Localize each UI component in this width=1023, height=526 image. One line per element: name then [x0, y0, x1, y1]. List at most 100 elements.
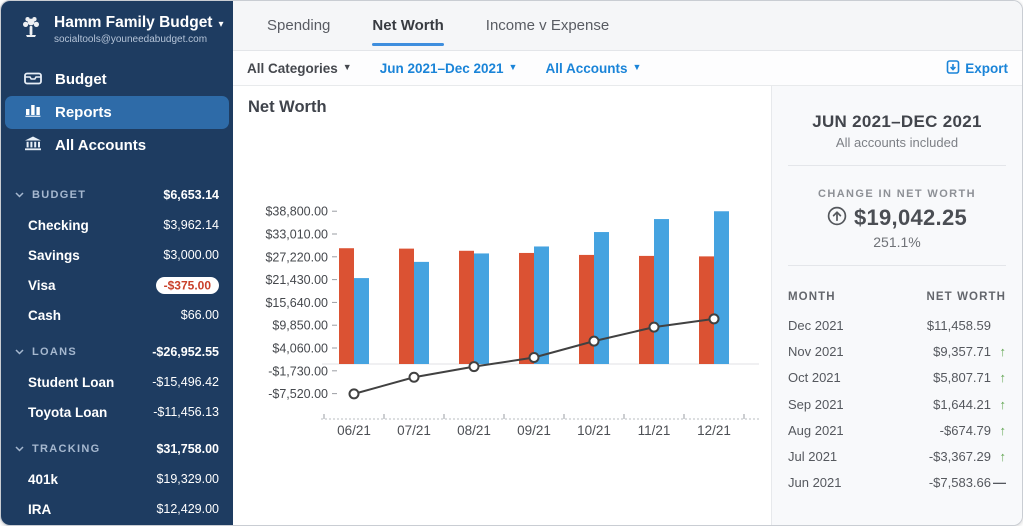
section-total: $31,758.00 — [156, 442, 219, 456]
net-worth-point[interactable] — [528, 352, 540, 364]
negative-balance-pill: -$375.00 — [155, 276, 219, 294]
nav-label: All Accounts — [55, 137, 147, 154]
y-axis-label: $9,850.00 — [272, 319, 328, 333]
summary-subtitle: All accounts included — [835, 135, 959, 150]
debt-bar[interactable] — [519, 252, 534, 364]
export-button[interactable]: Export — [946, 59, 1008, 77]
net-worth-row: Jun 2021 -$7,583.66— — [788, 470, 1006, 496]
nav-label: Reports — [55, 104, 112, 121]
section-header-budget[interactable]: BUDGET $6,653.14 — [1, 180, 233, 210]
sidebar-account-ira[interactable]: IRA $12,429.00 — [1, 494, 233, 524]
app-window: Hamm Family Budget ▾ socialtools@youneeda… — [0, 0, 1023, 526]
up-arrow-icon: ↑ — [999, 370, 1007, 386]
debt-bar[interactable] — [399, 248, 414, 364]
sidebar-section-budget: BUDGET $6,653.14 Checking $3,962.14 Savings $… — [1, 180, 233, 330]
sidebar-account-student-loan[interactable]: Student Loan -$15,496.42 — [1, 367, 233, 397]
account-name: Toyota Loan — [28, 404, 108, 420]
section-label: BUDGET — [32, 189, 87, 201]
flat-dash-icon: — — [993, 475, 1006, 491]
section-header-loans[interactable]: LOANS -$26,952.55 — [1, 337, 233, 367]
net-worth-table: Dec 2021 $11,458.59 Nov 2021 $9,357.71 ↑ Oct … — [788, 312, 1006, 496]
y-axis-label: $33,010.00 — [265, 228, 328, 242]
sidebar-account-visa[interactable]: Visa -$375.00 — [1, 270, 233, 300]
sidebar-item-reports[interactable]: Reports — [5, 96, 229, 129]
asset-bar[interactable] — [534, 246, 549, 364]
debt-bar[interactable] — [699, 256, 714, 364]
asset-bar[interactable] — [654, 219, 669, 364]
section-total: $6,653.14 — [163, 188, 219, 202]
up-arrow-icon: ↑ — [999, 422, 1007, 438]
row-value: $1,644.21 — [933, 396, 991, 412]
tab-net-worth[interactable]: Net Worth — [372, 1, 445, 50]
row-month: Nov 2021 — [788, 343, 844, 359]
debt-bar[interactable] — [339, 248, 354, 364]
debt-bar[interactable] — [579, 254, 594, 364]
section-label: TRACKING — [32, 443, 101, 455]
net-worth-column-header: NET WORTH — [926, 291, 1006, 303]
chevron-down-icon — [15, 349, 24, 355]
categories-filter[interactable]: All Categories ▼ — [247, 61, 352, 76]
summary-panel: JUN 2021–DEC 2021 All accounts included … — [771, 86, 1022, 525]
filter-bar: All Categories ▼ Jun 2021–Dec 2021 ▼ All A… — [233, 51, 1022, 86]
sidebar-section-loans: LOANS -$26,952.55 Student Loan -$15,496.42 T… — [1, 337, 233, 427]
date-range-filter[interactable]: Jun 2021–Dec 2021 ▼ — [380, 61, 518, 76]
net-worth-point[interactable] — [348, 388, 360, 400]
row-value: $11,458.59 — [926, 317, 991, 333]
sidebar-account-checking[interactable]: Checking $3,962.14 — [1, 210, 233, 240]
y-axis-label: $4,060.00 — [272, 342, 328, 356]
change-value: $19,042.25 — [853, 205, 968, 230]
change-percent: 251.1% — [873, 234, 921, 250]
sidebar-account-savings[interactable]: Savings $3,000.00 — [1, 240, 233, 270]
account-name: Savings — [28, 247, 80, 263]
net-worth-point[interactable] — [408, 371, 420, 383]
row-value: $5,807.71 — [933, 370, 991, 386]
reports-icon — [24, 103, 42, 122]
net-worth-point[interactable] — [468, 361, 480, 373]
sidebar-account-toyota-loan[interactable]: Toyota Loan -$11,456.13 — [1, 397, 233, 427]
net-worth-chart[interactable]: $38,800.00 $33,010.00 $27,220.00 $21,430.00… — [233, 86, 771, 526]
circle-up-arrow-icon — [827, 206, 847, 231]
sidebar-item-budget[interactable]: Budget — [1, 63, 233, 96]
asset-bar[interactable] — [474, 253, 489, 364]
chevron-down-icon: ▾ — [218, 19, 224, 30]
up-arrow-icon: ↑ — [999, 396, 1007, 412]
account-balance: -$11,456.13 — [153, 405, 219, 419]
net-worth-point[interactable] — [708, 313, 720, 325]
report-content: Net Worth $38,800.00 $33,010.00 $27,220.00… — [233, 86, 1022, 525]
net-worth-point[interactable] — [588, 335, 600, 347]
x-axis-label: 11/21 — [638, 423, 671, 438]
row-month: Jul 2021 — [788, 449, 838, 465]
section-label: LOANS — [32, 346, 77, 358]
budget-switcher[interactable]: Hamm Family Budget ▾ socialtools@youneeda… — [1, 1, 233, 53]
sidebar-account-401k[interactable]: 401k $19,329.00 — [1, 464, 233, 494]
accounts-filter[interactable]: All Accounts ▼ — [545, 61, 641, 76]
nav-label: Budget — [55, 71, 107, 88]
account-balance: -$15,496.42 — [152, 375, 219, 389]
caret-down-icon: ▼ — [632, 62, 642, 72]
change-in-net-worth-label: CHANGE IN NET WORTH — [818, 188, 976, 200]
debt-bar[interactable] — [639, 255, 654, 364]
debt-bar[interactable] — [459, 250, 474, 364]
asset-bar[interactable] — [714, 211, 729, 364]
caret-down-icon: ▼ — [342, 62, 352, 72]
asset-bar[interactable] — [414, 261, 429, 364]
divider — [788, 165, 1006, 166]
tab-spending[interactable]: Spending — [267, 1, 330, 50]
sidebar-item-all-accounts[interactable]: All Accounts — [1, 129, 233, 162]
up-arrow-icon: ↑ — [999, 449, 1007, 465]
asset-bar[interactable] — [354, 278, 369, 364]
caret-down-icon: ▼ — [508, 62, 518, 72]
tab-income-v-expense[interactable]: Income v Expense — [486, 1, 609, 50]
section-header-tracking[interactable]: TRACKING $31,758.00 — [1, 434, 233, 464]
budget-title: Hamm Family Budget — [54, 14, 213, 31]
net-worth-point[interactable] — [648, 321, 660, 333]
sidebar-account-cash[interactable]: Cash $66.00 — [1, 300, 233, 330]
account-name: Student Loan — [28, 374, 115, 390]
x-axis-label: 12/21 — [697, 423, 731, 438]
net-worth-row: Nov 2021 $9,357.71 ↑ — [788, 338, 1006, 364]
row-month: Dec 2021 — [788, 317, 844, 333]
report-tabbar: Spending Net Worth Income v Expense — [233, 1, 1022, 51]
x-axis-label: 08/21 — [457, 423, 491, 438]
account-balance: $12,429.00 — [156, 502, 219, 516]
ynab-tree-logo-icon — [17, 14, 45, 47]
